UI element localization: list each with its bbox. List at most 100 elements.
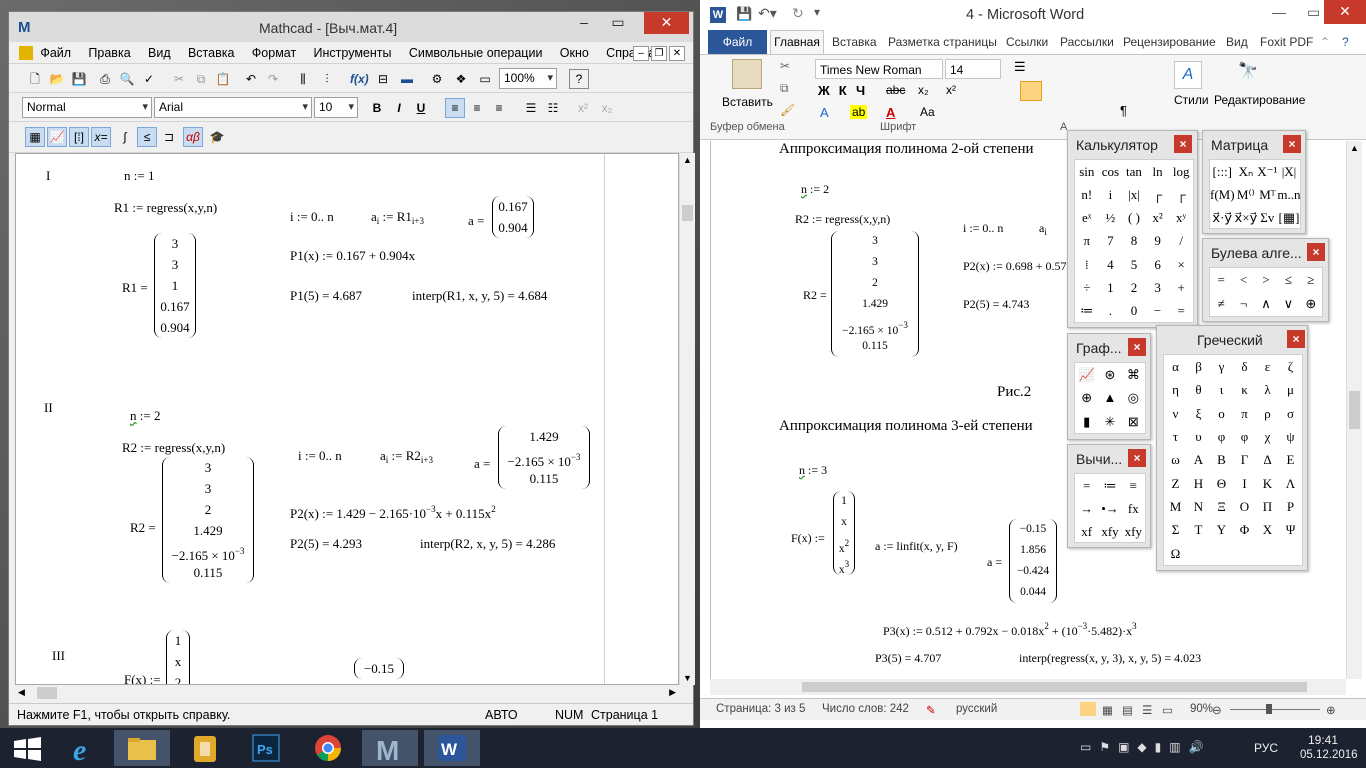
zoom-thumb[interactable] <box>1266 704 1272 714</box>
text-effects-icon[interactable]: A <box>820 105 829 120</box>
greek-key[interactable]: κ <box>1233 378 1256 401</box>
interp-eval-1[interactable]: interp(R1, x, y, 5) = 4.684 <box>412 288 547 304</box>
greek-key[interactable]: ν <box>1164 402 1187 425</box>
tray-icons[interactable]: ▭⚑▣◆▮▥🔊 <box>1080 740 1212 754</box>
menu-insert[interactable]: Вставка <box>188 42 234 60</box>
matrix-key[interactable]: M⁽⁾ <box>1235 183 1258 206</box>
evaluation-key[interactable]: •→ <box>1098 497 1121 520</box>
resource-icon[interactable]: ❖ <box>451 69 471 89</box>
greek-key[interactable]: ξ <box>1187 402 1210 425</box>
calculator-key[interactable]: = <box>1169 299 1193 322</box>
word-horizontal-scrollbar[interactable] <box>710 679 1346 695</box>
calculator-key[interactable]: − <box>1146 299 1170 322</box>
menu-symbolics[interactable]: Символьные операции <box>409 42 543 60</box>
matrix-key[interactable]: f(M) <box>1210 183 1235 206</box>
greek-key[interactable]: Π <box>1256 495 1279 518</box>
word-titlebar[interactable]: W 💾 ↶▾ ↻ ▾ 4 - Microsoft Word — ▭ ✕ <box>700 0 1366 30</box>
superscript-button[interactable]: x² <box>946 83 956 97</box>
tab-foxit[interactable]: Foxit PDF <box>1260 35 1313 49</box>
calculator-key[interactable]: ½ <box>1099 206 1123 229</box>
minimize-button[interactable]: – <box>569 12 599 34</box>
evaluation-key[interactable]: ≔ <box>1098 474 1121 497</box>
greek-key[interactable]: μ <box>1279 378 1302 401</box>
doc-minimize-button[interactable]: – <box>633 46 649 61</box>
word-font-select[interactable]: Times New Roman <box>815 59 943 79</box>
clock-date[interactable]: 05.12.2016 <box>1300 749 1358 761</box>
size-select[interactable]: 10 <box>314 97 358 118</box>
graph-palette-close[interactable]: × <box>1128 338 1146 356</box>
interp-eval-2[interactable]: interp(R2, x, y, 5) = 4.286 <box>420 536 555 552</box>
polar-plot-icon[interactable]: ⊛ <box>1098 363 1121 386</box>
ai-def-2[interactable]: ai := R2i+3 <box>380 448 433 465</box>
copy-icon[interactable]: ⧉ <box>780 81 789 96</box>
range-def-1[interactable]: i := 0.. n <box>290 209 334 225</box>
evaluation-toolbar-icon[interactable]: x= <box>91 127 111 147</box>
mathcad-titlebar[interactable]: M Mathcad - [Выч.мат.4] – ▭ ✕ <box>9 12 693 42</box>
evaluation-key[interactable]: xfy <box>1122 520 1145 543</box>
greek-key[interactable]: Η <box>1187 472 1210 495</box>
help-icon[interactable]: ? <box>569 69 589 89</box>
format-painter-icon[interactable]: 🖌 <box>780 103 795 117</box>
surface-plot-icon[interactable]: ⌘ <box>1122 363 1145 386</box>
align-center-button[interactable]: ≡ <box>467 98 487 118</box>
mathcad-taskbar-icon[interactable]: M <box>362 730 418 766</box>
boolean-key[interactable]: ¬ <box>1232 292 1254 316</box>
paste-icon[interactable] <box>732 59 762 89</box>
window-icon[interactable]: ▭ <box>475 69 495 89</box>
p1x-def[interactable]: P1(x) := 0.167 + 0.904x <box>290 248 415 264</box>
symbolic-toolbar-icon[interactable]: 🎓 <box>207 127 227 147</box>
greek-key[interactable]: γ <box>1210 355 1233 378</box>
styles-label[interactable]: Стили <box>1174 93 1209 107</box>
greek-key[interactable]: φ <box>1233 425 1256 448</box>
word-size-select[interactable]: 14 <box>945 59 1001 79</box>
cut-icon[interactable]: ✂ <box>780 59 790 73</box>
range-def-2[interactable]: i := 0.. n <box>298 448 342 464</box>
superscript-button[interactable]: x² <box>573 98 593 118</box>
styles-icon[interactable]: A <box>1174 61 1202 89</box>
editing-icon[interactable]: 🔭 <box>1238 61 1258 81</box>
greek-key[interactable]: η <box>1164 378 1187 401</box>
align-down-icon[interactable]: ⫶ <box>317 69 337 89</box>
calculator-key[interactable]: ┌ <box>1169 183 1193 206</box>
matrix-toolbar-icon[interactable]: [⁞] <box>69 127 89 147</box>
calculator-key[interactable]: i <box>1099 183 1123 206</box>
clock-time[interactable]: 19:41 <box>1308 733 1338 747</box>
evaluation-key[interactable]: xfy <box>1098 520 1121 543</box>
calculator-key[interactable]: cos <box>1099 160 1123 183</box>
show-marks-icon[interactable]: ¶ <box>1120 103 1127 118</box>
greek-key[interactable]: δ <box>1233 355 1256 378</box>
greek-key[interactable]: Δ <box>1256 448 1279 471</box>
greek-key[interactable]: Ω <box>1164 542 1187 565</box>
greek-key[interactable]: β <box>1187 355 1210 378</box>
tab-mailings[interactable]: Рассылки <box>1060 35 1114 49</box>
boolean-key[interactable]: > <box>1255 268 1277 292</box>
word-vertical-scrollbar[interactable]: ▲ <box>1346 141 1362 679</box>
align-right-button[interactable]: ≡ <box>489 98 509 118</box>
greek-key[interactable]: Τ <box>1187 518 1210 541</box>
chrome-icon[interactable] <box>300 730 356 766</box>
qat-customize-icon[interactable]: ▾ <box>814 5 820 19</box>
strikethrough-button[interactable]: abc <box>886 83 905 97</box>
calculator-key[interactable]: |x| <box>1122 183 1146 206</box>
greek-key[interactable]: χ <box>1256 425 1279 448</box>
greek-key[interactable]: Ν <box>1187 495 1210 518</box>
input-language[interactable]: РУС <box>1254 741 1278 755</box>
greek-key[interactable]: σ <box>1279 402 1302 425</box>
greek-key[interactable]: ρ <box>1256 402 1279 425</box>
doc-close-button[interactable]: ✕ <box>669 46 685 61</box>
calculator-palette-close[interactable]: × <box>1174 135 1192 153</box>
programming-toolbar-icon[interactable]: ⊐ <box>159 127 179 147</box>
matrix-key[interactable]: [:::] <box>1210 160 1235 183</box>
boolean-key[interactable]: ⊕ <box>1300 292 1322 316</box>
undo-icon[interactable]: ↶ <box>241 69 261 89</box>
spellcheck-icon[interactable]: ✓ <box>139 69 159 89</box>
maximize-button[interactable]: ▭ <box>603 12 633 34</box>
bullets-icon[interactable]: ☰ <box>1014 59 1026 75</box>
save-icon[interactable]: 💾 <box>69 69 89 89</box>
boolean-key[interactable]: ≤ <box>1277 268 1299 292</box>
boolean-key[interactable]: ∧ <box>1255 292 1277 316</box>
calculator-key[interactable]: 9 <box>1146 229 1170 252</box>
zoom-plot-icon[interactable]: ⊠ <box>1122 410 1145 433</box>
greek-key[interactable]: π <box>1233 402 1256 425</box>
calculator-key[interactable]: 0 <box>1122 299 1146 322</box>
